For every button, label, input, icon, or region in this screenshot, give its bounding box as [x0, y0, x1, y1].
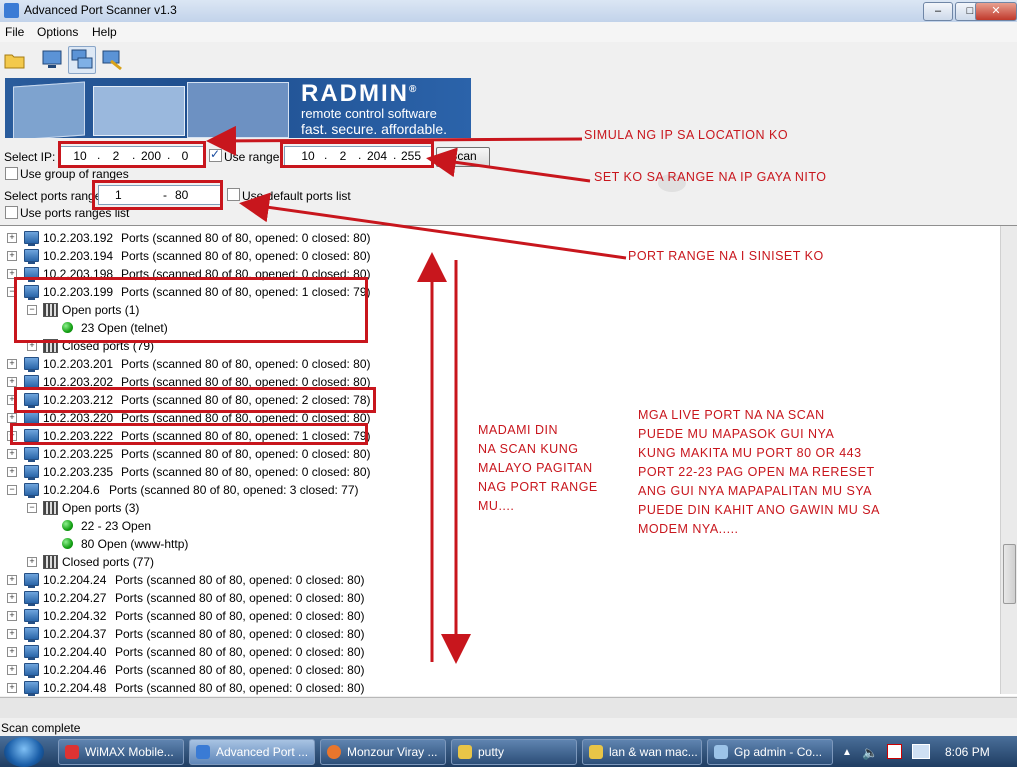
annotation-note-ip-range: SET KO SA RANGE NA IP GAYA NITO: [594, 170, 827, 184]
scanner-icon: [196, 745, 210, 759]
taskbar-item[interactable]: Monzour Viray ...: [320, 739, 446, 765]
status-bar: Scan complete: [0, 718, 1017, 736]
annotation-note-port-range: PORT RANGE NA I SINISET KO: [628, 249, 824, 263]
taskbar-item[interactable]: WiMAX Mobile...: [58, 739, 184, 765]
taskbar-clock[interactable]: 8:06 PM: [945, 745, 990, 759]
taskbar-item-active[interactable]: Advanced Port ...: [189, 739, 315, 765]
chrome-icon: [65, 745, 79, 759]
folder-icon: [458, 745, 472, 759]
window-icon: [714, 745, 728, 759]
arrow-to-port-range: [239, 192, 627, 260]
status-text: Scan complete: [1, 721, 81, 735]
annotation-note-range-width: MADAMI DIN NA SCAN KUNG MALAYO PAGITAN N…: [478, 423, 598, 513]
network-tray-icon[interactable]: [912, 744, 930, 759]
volume-icon[interactable]: 🔈: [862, 745, 878, 761]
taskbar-item[interactable]: Gp admin - Co...: [707, 739, 833, 765]
taskbar-item[interactable]: putty: [451, 739, 577, 765]
arrow-to-ip-to: [426, 147, 591, 183]
annotation-note-live-ports: MGA LIVE PORT NA NA SCAN PUEDE MU MAPASO…: [638, 408, 880, 536]
arrow-to-ip-from: [206, 125, 583, 156]
horizontal-scrollbar[interactable]: [0, 697, 1017, 718]
taskbar: WiMAX Mobile... Advanced Port ... Monzou…: [0, 736, 1017, 767]
folder-icon: [589, 745, 603, 759]
firefox-icon: [327, 745, 341, 759]
action-center-icon[interactable]: [887, 744, 902, 759]
start-button[interactable]: [4, 737, 44, 767]
show-hidden-icons[interactable]: ▲: [842, 747, 852, 758]
annotation-arrows: [206, 125, 686, 664]
taskbar-item[interactable]: lan & wan mac...: [582, 739, 702, 765]
annotation-note-start-ip: SIMULA NG IP SA LOCATION KO: [584, 128, 789, 142]
